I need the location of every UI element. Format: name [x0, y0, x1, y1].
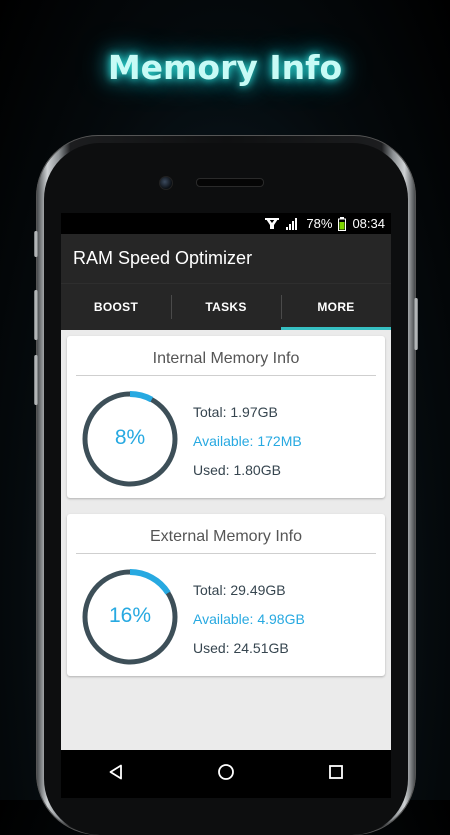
back-icon [108, 764, 124, 785]
phone-side-button [34, 231, 38, 257]
internal-memory-card: Internal Memory Info 8% Total: 1.97GB Av… [67, 336, 385, 498]
clock: 08:34 [352, 216, 385, 231]
earpiece-speaker [196, 178, 264, 187]
home-icon [217, 763, 235, 786]
home-button[interactable] [206, 754, 246, 794]
phone-volume-up [34, 290, 38, 340]
back-button[interactable] [96, 754, 136, 794]
battery-icon [338, 216, 347, 231]
external-usage-ring: 16% [81, 568, 179, 666]
internal-percent: 8% [114, 426, 146, 449]
external-available: Available: 4.98GB [193, 611, 305, 627]
status-bar: 78% 08:34 [61, 213, 391, 234]
external-memory-title: External Memory Info [76, 514, 376, 554]
internal-total: Total: 1.97GB [193, 404, 278, 420]
phone-power-button [414, 298, 418, 350]
internal-available: Available: 172MB [193, 433, 302, 449]
external-total: Total: 29.49GB [193, 582, 286, 598]
tab-tasks[interactable]: TASKS [171, 284, 281, 330]
internal-usage-ring: 8% [81, 390, 179, 488]
internal-used: Used: 1.80GB [193, 462, 281, 478]
tab-boost[interactable]: BOOST [61, 284, 171, 330]
battery-percent: 78% [306, 216, 333, 231]
recents-button[interactable] [316, 754, 356, 794]
external-stats: Total: 29.49GB Available: 4.98GB Used: 2… [193, 576, 305, 663]
internal-stats: Total: 1.97GB Available: 172MB Used: 1.8… [193, 398, 302, 485]
external-percent: 16% [108, 604, 152, 627]
recents-icon [328, 764, 344, 785]
app-title: RAM Speed Optimizer [73, 248, 253, 268]
internal-memory-title: Internal Memory Info [76, 336, 376, 376]
front-camera [159, 176, 173, 190]
notification-icon [264, 217, 280, 231]
tab-more[interactable]: MORE [281, 284, 391, 330]
nav-bar [61, 750, 391, 798]
app-screen: 78% 08:34 RAM Speed Optimizer BOOST TASK… [61, 213, 391, 750]
app-bar: RAM Speed Optimizer [61, 234, 391, 283]
signal-icon [286, 217, 300, 230]
phone-volume-down [34, 355, 38, 405]
promo-title: Memory Info [107, 48, 343, 87]
external-used: Used: 24.51GB [193, 640, 289, 656]
external-memory-card: External Memory Info 16% Total: 29.49GB … [67, 514, 385, 676]
tab-bar: BOOST TASKS MORE [61, 283, 391, 330]
content-area: Internal Memory Info 8% Total: 1.97GB Av… [61, 330, 391, 676]
